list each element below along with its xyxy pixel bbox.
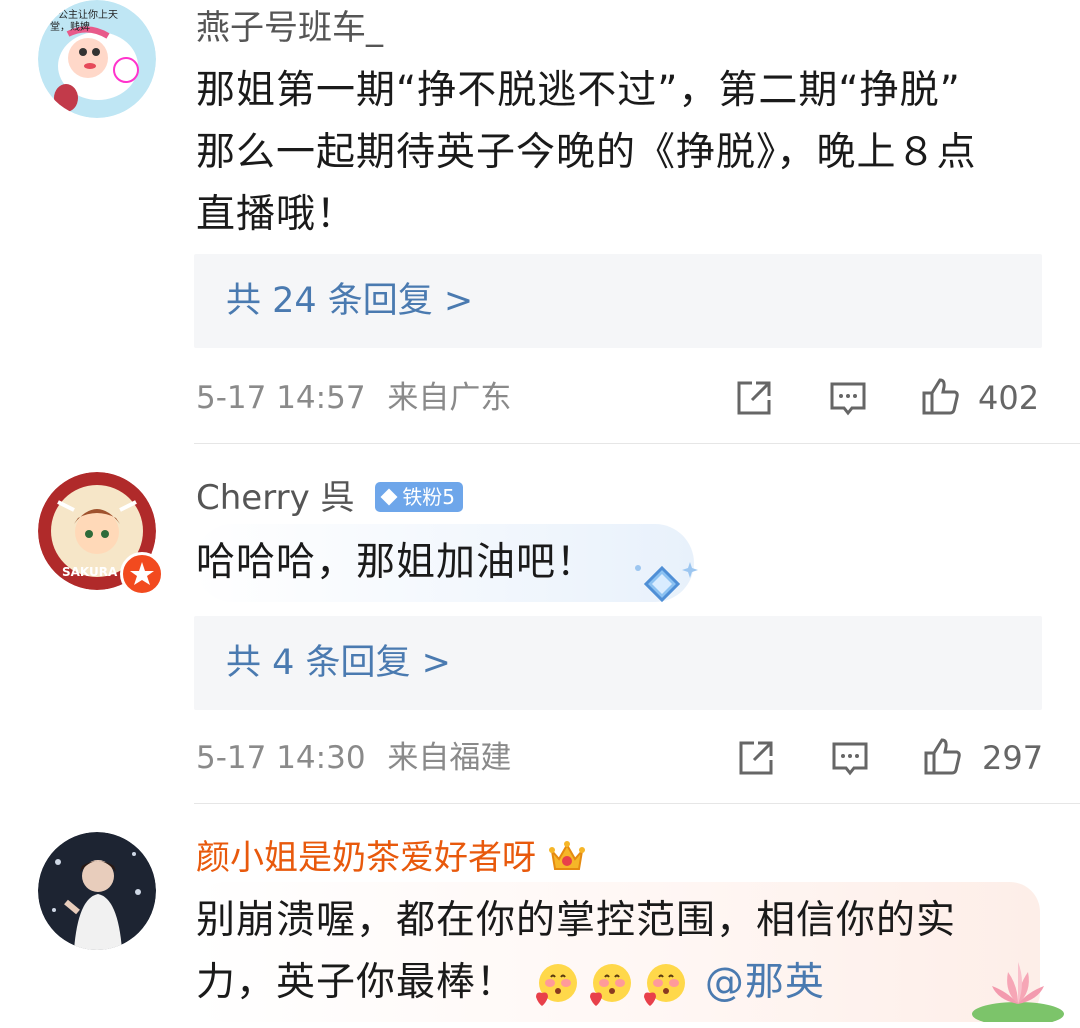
- comment-icon[interactable]: [828, 378, 868, 418]
- username-text: 颜小姐是奶茶爱好者呀: [196, 838, 536, 878]
- comment-meta: 5-17 14:57 来自广东: [196, 378, 511, 418]
- comment-text: 哈哈哈，那姐加油吧！: [196, 532, 1056, 594]
- username[interactable]: 燕子号班车_: [196, 8, 383, 48]
- comment-item: SAKURA Cherry 呉 铁粉5 哈哈哈，那姐加油吧！ 共 4 条回复 >…: [0, 444, 1080, 804]
- svg-text:SAKURA: SAKURA: [62, 565, 118, 579]
- comment-line: 那么一起期待英子今晚的《挣脱》，晚上８点: [196, 130, 977, 175]
- username[interactable]: 颜小姐是奶茶爱好者呀: [196, 838, 587, 880]
- share-icon[interactable]: [736, 738, 776, 778]
- lotus-flower-icon: [964, 952, 1064, 1026]
- comment-icon[interactable]: [830, 738, 870, 778]
- avatar[interactable]: [38, 832, 156, 950]
- timestamp: 5-17 14:30: [196, 740, 366, 776]
- comment-line: 力，英子你最棒！ @那英: [196, 952, 1056, 1014]
- username[interactable]: Cherry 呉 铁粉5: [196, 478, 464, 518]
- comment-line: 别崩溃喔，都在你的掌控范围，相信你的实: [196, 898, 957, 943]
- comment-line: 那姐第一期“挣不脱逃不过”，第二期“挣脱”: [196, 68, 961, 113]
- like-count: 402: [978, 379, 1040, 417]
- mention-link[interactable]: @那英: [705, 960, 825, 1005]
- comment-text: 那姐第一期“挣不脱逃不过”，第二期“挣脱” 那么一起期待英子今晚的《挣脱》，晚上…: [196, 60, 1056, 246]
- view-replies-button[interactable]: 共 4 条回复 >: [194, 616, 1042, 710]
- location: 来自广东: [387, 380, 512, 416]
- comment-line: 直播哦！: [196, 192, 357, 237]
- diamond-icon: [380, 488, 398, 505]
- comment-line: 哈哈哈，那姐加油吧！: [196, 540, 597, 585]
- comment-line-text: 力，英子你最棒！: [196, 960, 517, 1005]
- svg-text:公主让你上天: 公主让你上天: [58, 8, 118, 21]
- like-count: 297: [982, 739, 1044, 777]
- svg-text:堂，贱婢: 堂，贱婢: [50, 20, 90, 33]
- blush-emoji-icon: [532, 961, 580, 1009]
- crown-icon: [547, 837, 587, 877]
- replies-label: 共 4 条回复 >: [226, 643, 451, 683]
- thumbs-up-icon[interactable]: [922, 736, 962, 776]
- timestamp: 5-17 14:57: [196, 380, 366, 416]
- view-replies-button[interactable]: 共 24 条回复 >: [194, 254, 1042, 348]
- blush-emoji-icon: [586, 961, 634, 1009]
- fan-badge[interactable]: 铁粉5: [375, 481, 464, 512]
- location: 来自福建: [387, 740, 512, 776]
- replies-label: 共 24 条回复 >: [226, 281, 474, 321]
- blush-emoji-icon: [640, 961, 688, 1009]
- thumbs-up-icon[interactable]: [920, 376, 960, 416]
- comment-item: 颜小姐是奶茶爱好者呀 别崩溃喔，都在你的掌控范围，相信你的实 力，英子你最棒！ …: [0, 804, 1080, 1026]
- comment-text: 别崩溃喔，都在你的掌控范围，相信你的实 力，英子你最棒！ @那英: [196, 890, 1056, 1014]
- username-text: Cherry 呉: [196, 478, 355, 518]
- comment-meta: 5-17 14:30 来自福建: [196, 738, 511, 778]
- fan-badge-label: 铁粉5: [402, 484, 456, 509]
- comment-item: 公主让你上天 堂，贱婢 燕子号班车_ 那姐第一期“挣不脱逃不过”，第二期“挣脱”…: [0, 0, 1080, 444]
- share-icon[interactable]: [734, 378, 774, 418]
- star-badge-icon: [120, 552, 164, 596]
- avatar[interactable]: 公主让你上天 堂，贱婢: [38, 0, 156, 118]
